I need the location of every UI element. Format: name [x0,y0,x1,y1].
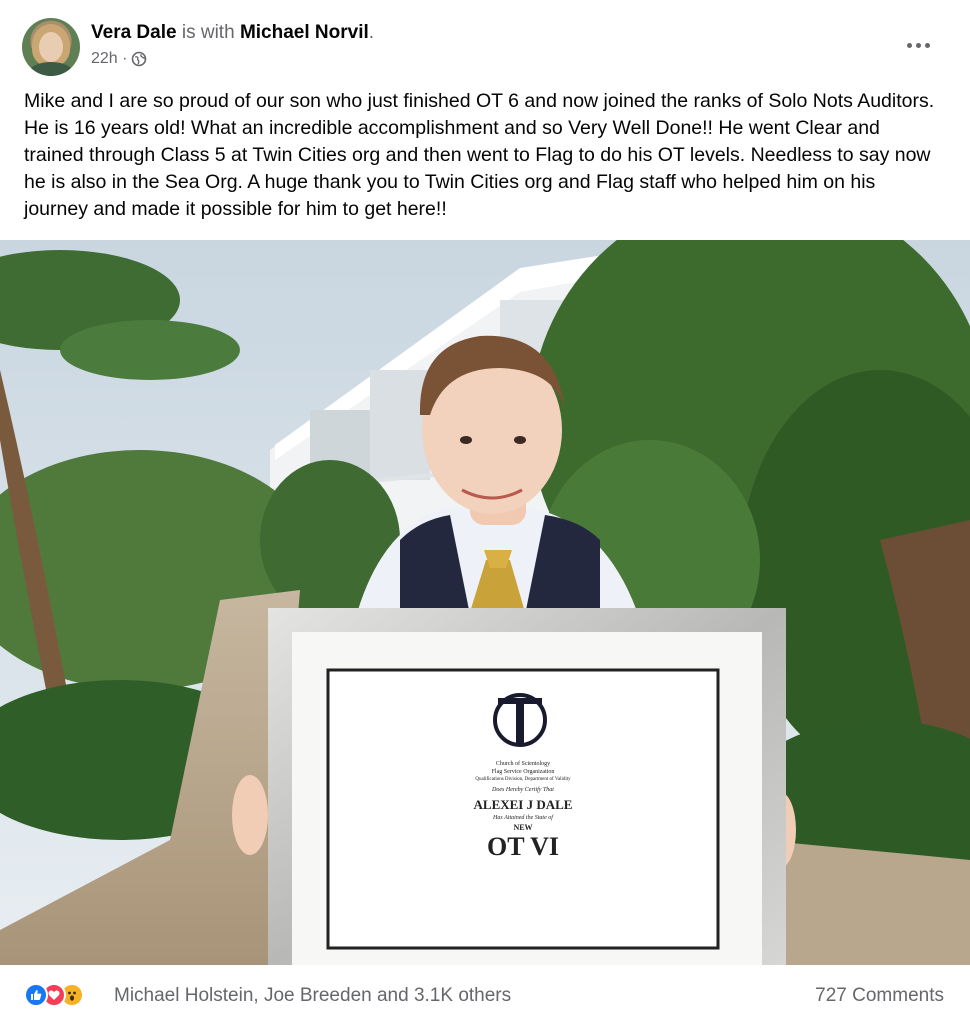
post-header: Vera Dale is with Michael Norvil. 22h · [0,0,970,85]
author-name[interactable]: Vera Dale [91,22,177,43]
post-card: Vera Dale is with Michael Norvil. 22h · … [0,0,970,1024]
with-text: is with [181,22,235,43]
cert-org-line2: Flag Service Organization [491,769,555,775]
more-icon-dot [906,42,912,48]
comments-count[interactable]: 727 Comments [815,984,944,1008]
cert-state-large: OT VI [486,832,560,861]
post-time[interactable]: 22h · [91,49,127,69]
certificate-text: Church of Scientology Flag Service Organ… [330,760,716,861]
post-meta: 22h · [91,49,147,69]
avatar[interactable] [22,18,80,76]
like-icon [24,983,48,1007]
cert-name: ALEXEI J DALE [473,797,573,812]
globe-icon [132,51,147,67]
cert-org-line1: Church of Scientology [495,761,551,767]
post-text: Mike and I are so proud of our son who j… [24,90,935,220]
tagged-name[interactable]: Michael Norvil [240,22,369,43]
cert-org-line3: Qualifications Division, Department of V… [475,777,571,782]
reaction-icons[interactable] [24,982,84,1008]
cert-attained: Has Attained the State of [493,815,553,821]
reaction-names[interactable]: Michael Holstein, Joe Breeden and 3.1K o… [114,984,511,1008]
more-icon-dot [924,42,930,48]
author-line: Vera Dale is with Michael Norvil. [91,21,374,45]
period: . [368,22,375,43]
more-icon-dot [915,42,921,48]
post-footer: Michael Holstein, Joe Breeden and 3.1K o… [0,965,970,1024]
more-options-button[interactable] [896,30,940,60]
cert-certify: Does Hereby Certify That [492,787,554,793]
post-photo[interactable]: Church of Scientology Flag Service Organ… [0,240,970,965]
